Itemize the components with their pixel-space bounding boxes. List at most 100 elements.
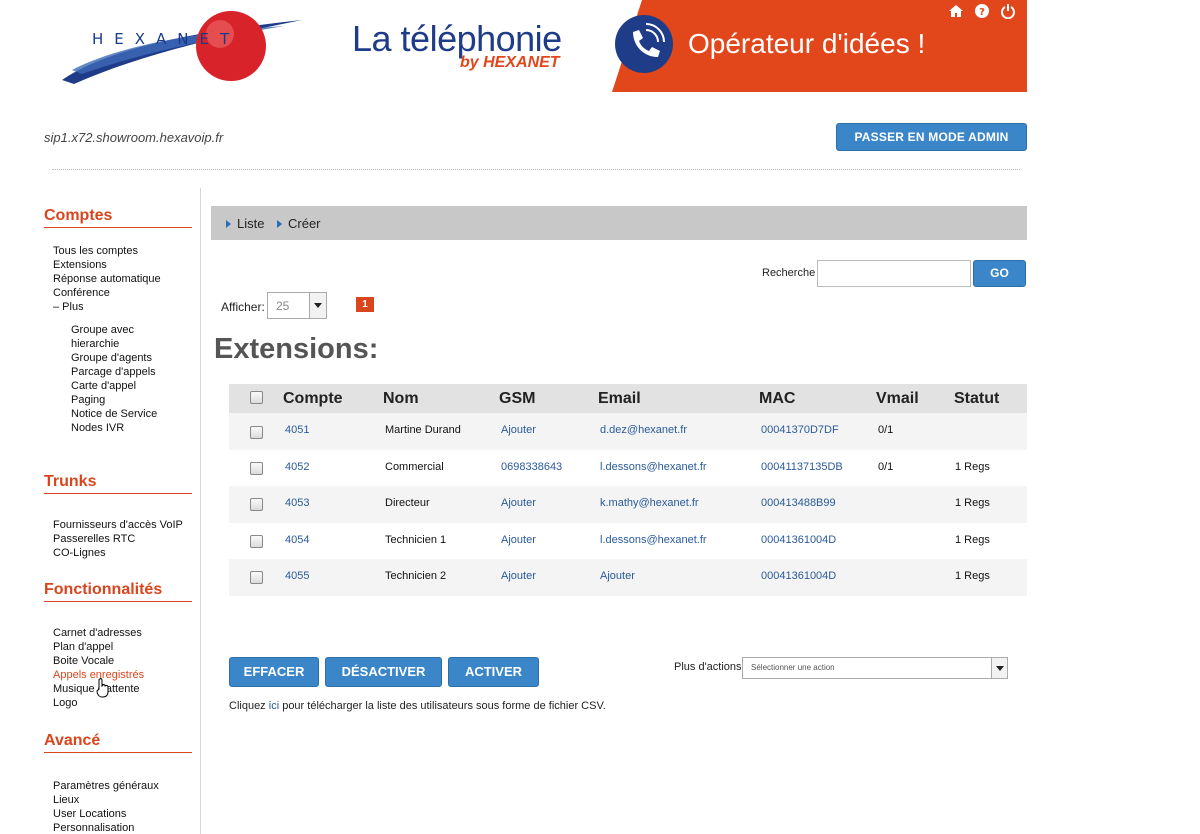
sidebar-subitem-groupe-avec[interactable]: Groupe avec [71, 323, 192, 337]
table-row: 4051 Martine Durand Ajouter d.dez@hexane… [229, 413, 1027, 450]
column-header-email[interactable]: Email [598, 390, 641, 408]
cell-email[interactable]: l.dessons@hexanet.fr [600, 461, 707, 473]
top-icons: ? [948, 3, 1016, 20]
sidebar-item-fournisseurs-voip[interactable]: Fournisseurs d'accès VoIP [53, 518, 192, 532]
sidebar-item-appels-enregistres[interactable]: Appels enregistrés [53, 668, 192, 682]
column-header-gsm[interactable]: GSM [499, 390, 535, 408]
row-checkbox[interactable] [250, 534, 263, 548]
sidebar-subitem-groupe-agents[interactable]: Groupe d'agents [71, 351, 192, 365]
sidebar-title-avance: Avancé [44, 732, 192, 753]
hexanet-logo[interactable]: HEXANET [52, 6, 314, 88]
search-go-button[interactable]: GO [973, 260, 1026, 287]
cell-email[interactable]: l.dessons@hexanet.fr [600, 534, 707, 546]
activer-button[interactable]: ACTIVER [448, 657, 539, 687]
desactiver-button[interactable]: DÉSACTIVER [325, 657, 442, 687]
home-icon[interactable] [948, 3, 964, 19]
row-checkbox[interactable] [250, 426, 263, 439]
table-row: 4055 Technicien 2 Ajouter Ajouter 000413… [229, 559, 1027, 596]
sidebar-item-logo[interactable]: Logo [53, 696, 192, 710]
cell-nom: Directeur [385, 497, 430, 509]
csv-download-link[interactable]: ici [269, 700, 279, 712]
csv-note-after: pour télécharger la liste des utilisateu… [279, 700, 606, 712]
power-icon[interactable] [1000, 3, 1016, 20]
cell-nom: Technicien 2 [385, 570, 447, 582]
phone-icon [615, 15, 673, 73]
help-icon[interactable]: ? [974, 3, 990, 19]
effacer-button[interactable]: EFFACER [229, 657, 319, 687]
table-row: 4053 Directeur Ajouter k.mathy@hexanet.f… [229, 486, 1027, 523]
cell-email[interactable]: d.dez@hexanet.fr [600, 424, 687, 436]
cell-nom: Technicien 1 [385, 533, 447, 546]
sidebar-item-plan-appel[interactable]: Plan d'appel [53, 640, 192, 654]
column-header-vmail[interactable]: Vmail [876, 390, 919, 408]
sidebar-subitem-carte-appel[interactable]: Carte d'appel [71, 379, 192, 393]
admin-mode-button[interactable]: PASSER EN MODE ADMIN [836, 123, 1027, 151]
cell-email[interactable]: Ajouter [600, 570, 635, 582]
column-header-nom[interactable]: Nom [383, 390, 419, 408]
sidebar-item-co-lignes[interactable]: CO-Lignes [53, 546, 192, 560]
sidebar-section-comptes: Comptes Tous les comptes Extensions Répo… [44, 207, 192, 435]
more-actions-select[interactable]: Sélectionner une action [742, 657, 1008, 679]
cell-gsm[interactable]: 0698338643 [501, 461, 562, 473]
tab-bar: Liste Créer [211, 206, 1027, 240]
sidebar-item-user-locations[interactable]: User Locations [53, 807, 192, 821]
cell-compte[interactable]: 4054 [285, 534, 309, 546]
cell-vmail: 0/1 [878, 424, 894, 436]
cell-statut: 1 Regs [955, 570, 990, 582]
sidebar-item-tous-les-comptes[interactable]: Tous les comptes [53, 244, 192, 258]
cell-mac[interactable]: 00041361004D [761, 534, 836, 546]
pagination-page[interactable]: 1 [356, 297, 374, 312]
cell-vmail: 0/1 [878, 460, 894, 473]
cell-statut: 1 Regs [955, 533, 990, 546]
table-header: Compte Nom GSM Email MAC Vmail Statut [229, 384, 1027, 413]
cell-mac[interactable]: 00041137135DB [761, 461, 843, 473]
sidebar-item-carnet-adresses[interactable]: Carnet d'adresses [53, 626, 192, 640]
column-header-mac[interactable]: MAC [759, 390, 795, 408]
cell-gsm[interactable]: Ajouter [501, 534, 536, 546]
sidebar-title-trunks: Trunks [44, 473, 192, 494]
sidebar-item-lieux[interactable]: Lieux [53, 793, 192, 807]
column-header-compte[interactable]: Compte [283, 390, 343, 408]
search-label: Recherche [762, 267, 816, 279]
sidebar-item-musique-attente[interactable]: Musique d'attente [53, 682, 192, 696]
sidebar-item-passerelles-rtc[interactable]: Passerelles RTC [53, 532, 192, 546]
cell-email[interactable]: k.mathy@hexanet.fr [600, 497, 699, 509]
row-checkbox[interactable] [250, 461, 263, 475]
sidebar-item-extensions[interactable]: Extensions [53, 258, 192, 272]
sidebar-title-fonctionnalites: Fonctionnalités [44, 581, 192, 602]
tab-creer[interactable]: Créer [277, 216, 321, 231]
sidebar-subitem-hierarchie[interactable]: hierarchie [71, 337, 192, 351]
row-checkbox[interactable] [250, 498, 263, 511]
cell-mac[interactable]: 000413488B99 [761, 497, 836, 509]
sidebar-subitem-paging[interactable]: Paging [71, 393, 192, 407]
sidebar-section-fonctionnalites: Fonctionnalités Carnet d'adresses Plan d… [44, 581, 192, 710]
cell-gsm[interactable]: Ajouter [501, 570, 536, 582]
cell-gsm[interactable]: Ajouter [501, 497, 536, 509]
sidebar-item-personnalisation[interactable]: Personnalisation [53, 821, 192, 834]
search-input[interactable] [817, 260, 971, 287]
sidebar-item-plus[interactable]: – Plus [53, 300, 192, 314]
cell-mac[interactable]: 00041361004D [761, 570, 836, 582]
chevron-down-icon [991, 658, 1007, 678]
page-size-select[interactable]: 25 [267, 292, 327, 319]
cell-compte[interactable]: 4052 [285, 461, 309, 473]
sidebar-item-conference[interactable]: Conférence [53, 286, 192, 300]
select-all-checkbox[interactable] [250, 391, 263, 404]
sidebar-section-avance: Avancé Paramètres généraux Lieux User Lo… [44, 732, 192, 834]
cell-compte[interactable]: 4055 [285, 570, 309, 582]
sidebar-item-boite-vocale[interactable]: Boite Vocale [53, 654, 192, 668]
cell-compte[interactable]: 4051 [285, 424, 309, 436]
row-checkbox[interactable] [250, 571, 263, 584]
cell-mac[interactable]: 00041370D7DF [761, 424, 839, 436]
sidebar-subitem-notice-service[interactable]: Notice de Service [71, 407, 192, 421]
sidebar-subitem-nodes-ivr[interactable]: Nodes IVR [71, 421, 192, 435]
sidebar-subitem-parcage-appels[interactable]: Parcage d'appels [71, 365, 192, 379]
cell-compte[interactable]: 4053 [285, 497, 309, 509]
sidebar-item-parametres-generaux[interactable]: Paramètres généraux [53, 779, 192, 793]
sidebar-section-trunks: Trunks Fournisseurs d'accès VoIP Passere… [44, 473, 192, 560]
tab-liste[interactable]: Liste [225, 216, 264, 231]
sidebar-item-reponse-automatique[interactable]: Réponse automatique [53, 272, 192, 286]
cell-gsm[interactable]: Ajouter [501, 424, 536, 436]
column-header-statut[interactable]: Statut [954, 390, 999, 408]
banner-brand: La téléphonie by HEXANET [352, 18, 562, 71]
